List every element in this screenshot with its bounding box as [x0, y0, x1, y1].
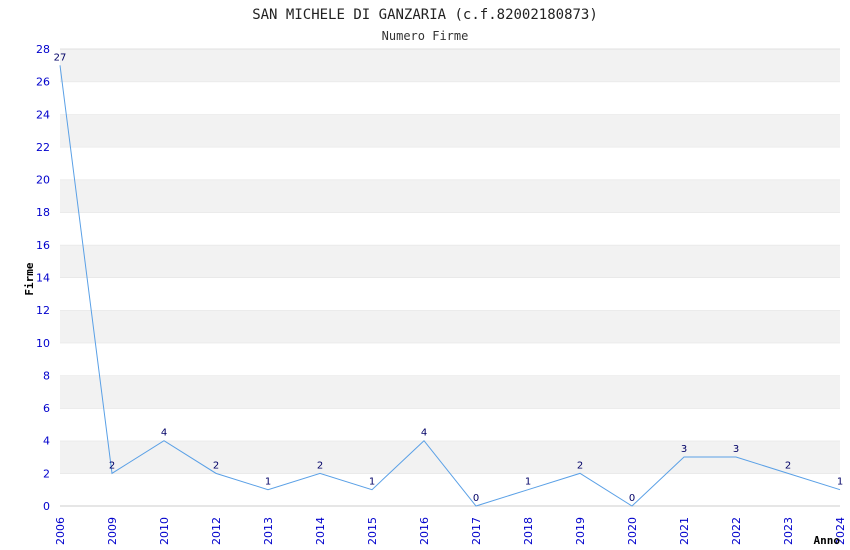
data-label: 3: [681, 444, 687, 455]
x-tick-label: 2023: [782, 517, 795, 545]
grid-band: [60, 114, 840, 147]
data-label: 1: [369, 477, 375, 488]
chart-subtitle: Numero Firme: [382, 29, 469, 43]
x-tick-label: 2017: [470, 517, 483, 545]
y-tick-label: 26: [36, 76, 50, 89]
grid-band: [60, 277, 840, 311]
grid-band: [60, 212, 840, 245]
data-label: 4: [161, 428, 167, 439]
y-tick-label: 14: [36, 272, 50, 285]
x-tick-label: 2018: [522, 517, 535, 545]
y-tick-label: 6: [43, 402, 50, 415]
y-tick-label: 12: [36, 304, 50, 317]
data-label: 1: [525, 477, 531, 488]
data-label: 27: [54, 52, 67, 63]
y-tick-label: 22: [36, 141, 50, 154]
data-label: 2: [109, 460, 115, 471]
x-tick-label: 2012: [210, 517, 223, 545]
y-tick-label: 4: [43, 435, 50, 448]
x-tick-label: 2009: [106, 517, 119, 545]
y-tick-label: 0: [43, 500, 50, 513]
grid-band: [60, 179, 840, 213]
y-tick-labels: 0246810121416182022242628: [36, 43, 50, 513]
y-tick-label: 8: [43, 369, 50, 382]
x-tick-label: 2022: [730, 517, 743, 545]
grid-band: [60, 375, 840, 409]
x-tick-label: 2010: [158, 517, 171, 545]
x-tick-labels: 2006 2009 2010 2012 2013 2014 2015 2016 2017 2018…: [54, 517, 847, 545]
x-tick-label: 2013: [262, 517, 275, 545]
data-label: 2: [577, 460, 583, 471]
x-tick-label: 2019: [574, 517, 587, 545]
x-tick-label: 2016: [418, 517, 431, 545]
y-tick-label: 18: [36, 206, 50, 219]
x-tick-label: 2006: [54, 517, 67, 545]
grid-band: [60, 473, 840, 506]
grid-band: [60, 81, 840, 115]
x-tick-label: 2015: [366, 517, 379, 545]
y-tick-label: 16: [36, 239, 50, 252]
grid-band: [60, 146, 840, 180]
grid-band: [60, 244, 840, 278]
y-tick-label: 24: [36, 108, 50, 121]
data-label: 2: [785, 460, 791, 471]
grid-band: [60, 310, 840, 343]
y-tick-label: 28: [36, 43, 50, 56]
data-label: 2: [317, 460, 323, 471]
data-label: 0: [473, 493, 479, 504]
y-axis-label: Firme: [23, 262, 36, 295]
grid-band: [60, 49, 840, 82]
y-tick-label: 2: [43, 467, 50, 480]
data-label: 2: [213, 460, 219, 471]
data-label: 3: [733, 444, 739, 455]
y-tick-label: 20: [36, 174, 50, 187]
grid-bands: [60, 48, 840, 506]
data-label: 4: [421, 428, 427, 439]
x-axis-label: Anno: [814, 534, 841, 547]
x-tick-label: 2014: [314, 517, 327, 545]
x-tick-label: 2021: [678, 517, 691, 545]
data-label: 1: [265, 477, 271, 488]
line-chart: 0246810121416182022242628 2006 2009 2010 20…: [23, 7, 847, 547]
y-tick-label: 10: [36, 337, 50, 350]
data-label: 1: [837, 477, 843, 488]
grid-band: [60, 408, 840, 441]
chart-title: SAN MICHELE DI GANZARIA (c.f.82002180873…: [252, 7, 598, 23]
x-tick-label: 2020: [626, 517, 639, 545]
grid-band: [60, 342, 840, 376]
data-label: 0: [629, 493, 635, 504]
